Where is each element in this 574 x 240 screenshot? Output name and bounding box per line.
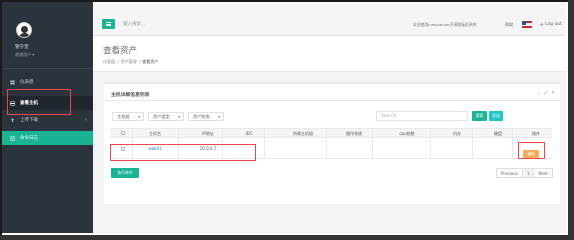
col-actions: 操作	[532, 131, 540, 136]
sidebar-item-label: 命令日志	[20, 136, 38, 141]
breadcrumb-current: 查看资产	[142, 59, 159, 64]
col-ip[interactable]: IP地址	[198, 131, 218, 137]
run-command-button[interactable]: 执行命令	[111, 168, 139, 178]
top-search-input[interactable]: 输入搜索...	[123, 21, 145, 27]
page-title: 查看资产	[103, 46, 138, 56]
sidebar-item-label: 仪表盘	[20, 80, 34, 85]
table-header: 主机名 IP地址 IDC 所属主机组 操作系统 cpu核数 内存 硬盘 操作	[110, 128, 552, 138]
topbar: 输入搜索... 欢迎使用Jumpserver开源跳板机系统 帮助 ⇥ Log o…	[93, 2, 566, 36]
caret-down-icon: ▾	[178, 115, 180, 119]
avatar[interactable]	[16, 22, 32, 38]
highlight-box-row	[110, 144, 256, 161]
caret-down-icon: ▾	[218, 115, 220, 119]
log-icon	[10, 135, 15, 141]
breadcrumb: 仪表盘 / 资产管理 / 查看资产	[103, 59, 159, 64]
col-memory[interactable]: 内存	[450, 131, 464, 137]
host-list-panel: 主机详细信息列表 ⌄ ⤢ ✕ 主机组 ▾ 资产类型 ▾ 资产状态 ▾ Searc…	[104, 82, 560, 204]
sidebar-item-label: 上传下载	[20, 118, 38, 123]
col-hostname[interactable]: 主机名	[142, 131, 168, 137]
logout-icon[interactable]: ⇥	[539, 22, 543, 28]
help-link[interactable]: 帮助	[505, 22, 513, 28]
sidebar: 管宁堂 普通用户 ▾ 仪表盘 查看主机 上传下载 ‹ 命令日志	[2, 2, 93, 233]
col-os[interactable]: 操作系统	[339, 131, 369, 137]
breadcrumb-asset-management[interactable]: 资产管理	[121, 59, 137, 64]
col-idc[interactable]: IDC	[243, 131, 255, 136]
search-button[interactable]: 搜索	[472, 111, 487, 121]
chevron-left-icon: ‹	[85, 117, 87, 123]
language-flag-icon[interactable]	[522, 21, 532, 28]
panel-title: 主机详细信息列表	[111, 93, 150, 98]
logout-link[interactable]: Log out	[545, 22, 562, 27]
sidebar-item-upload-download[interactable]: 上传下载 ‹	[2, 113, 93, 127]
export-button[interactable]: 导出	[489, 111, 503, 121]
search-input[interactable]: Search	[376, 111, 468, 121]
user-role-dropdown[interactable]: 普通用户 ▾	[15, 52, 34, 58]
pager-next[interactable]: Next	[534, 169, 551, 177]
breadcrumb-dashboard[interactable]: 仪表盘	[103, 59, 115, 64]
window-shadow-right	[568, 0, 574, 240]
avatar-body	[19, 33, 30, 37]
col-cpu[interactable]: cpu核数	[394, 131, 420, 137]
host-group-select[interactable]: 主机组 ▾	[112, 112, 144, 121]
select-all-checkbox[interactable]	[121, 131, 125, 135]
pager-previous[interactable]: Previous	[497, 169, 523, 177]
highlight-box-sidebar	[7, 89, 71, 115]
filter-label: 资产类型	[153, 113, 170, 119]
highlight-box-edit	[518, 142, 545, 159]
filter-label: 资产状态	[193, 113, 210, 119]
avatar-head	[21, 26, 28, 33]
sidebar-item-dashboard[interactable]: 仪表盘	[2, 75, 93, 89]
asset-type-select[interactable]: 资产类型 ▾	[148, 112, 184, 121]
panel-divider	[104, 100, 560, 101]
asset-status-select[interactable]: 资产状态 ▾	[188, 112, 224, 121]
welcome-text: 欢迎使用Jumpserver开源跳板机系统	[413, 22, 477, 27]
filter-label: 主机组	[117, 113, 130, 119]
upload-icon	[11, 118, 14, 122]
caret-down-icon: ▾	[138, 115, 140, 119]
window-shadow-bottom	[0, 235, 574, 240]
menu-toggle-button[interactable]	[102, 19, 115, 29]
sidebar-item-command-log[interactable]: 命令日志	[2, 131, 93, 145]
page-header: 查看资产 仪表盘 / 资产管理 / 查看资产	[93, 36, 566, 72]
flag-blue	[522, 21, 526, 25]
pagination: Previous 1 Next	[496, 168, 553, 178]
col-host-group[interactable]: 所属主机组	[286, 131, 320, 137]
col-disk[interactable]: 硬盘	[491, 131, 505, 137]
dashboard-icon	[10, 80, 15, 84]
sidebar-divider	[2, 68, 93, 69]
panel-tools-icons[interactable]: ⌄ ⤢ ✕	[537, 90, 556, 96]
hamburger-icon	[106, 22, 111, 26]
pager-page[interactable]: 1	[522, 169, 535, 177]
user-name: 管宁堂	[15, 45, 29, 50]
